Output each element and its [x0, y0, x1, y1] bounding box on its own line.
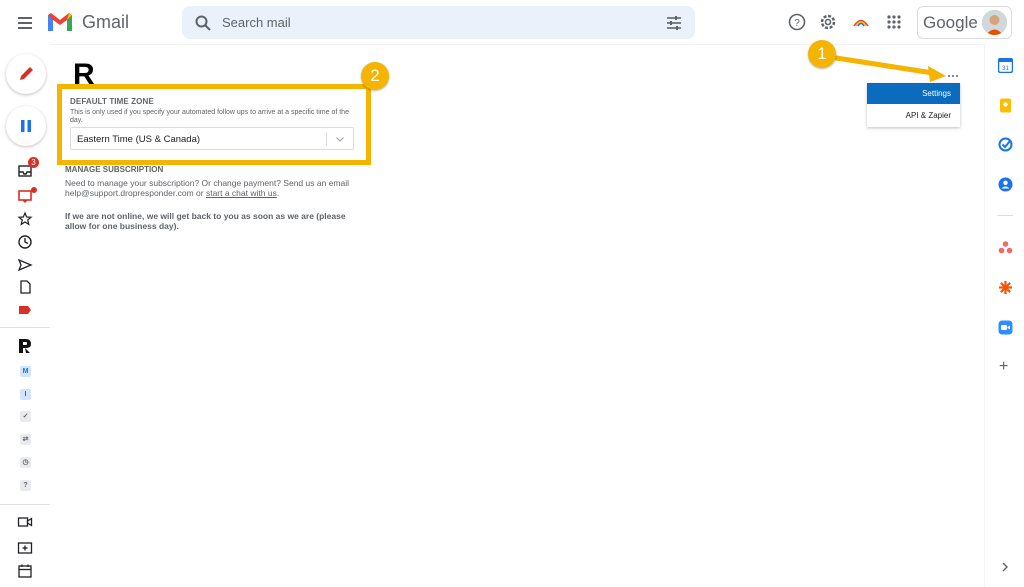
send-icon[interactable]	[17, 257, 33, 273]
draft-file-icon[interactable]	[17, 279, 33, 295]
compose-button[interactable]	[6, 54, 46, 94]
addon-m-icon[interactable]: M	[20, 366, 31, 377]
subscription-text: Need to manage your subscription? Or cha…	[65, 178, 355, 198]
side-panel-divider	[997, 215, 1013, 216]
rail-divider-bottom	[0, 504, 50, 505]
time-zone-help-text: This is only used if you specify your au…	[70, 109, 349, 124]
chevron-down-icon	[336, 137, 344, 142]
time-zone-selected-value: Eastern Time (US & Canada)	[77, 134, 201, 145]
app-title: Gmail	[82, 12, 130, 32]
side-panel: 31 +	[984, 45, 1024, 587]
time-zone-select[interactable]: Eastern Time (US & Canada)	[70, 127, 354, 150]
svg-text:?: ?	[794, 18, 800, 29]
default-time-zone-section: DEFAULT TIME ZONE This is only used if y…	[57, 84, 371, 165]
svg-text:31: 31	[1002, 66, 1009, 72]
google-calendar-icon[interactable]: 31	[998, 58, 1013, 73]
gmail-window: Gmail ?	[0, 0, 1024, 587]
menu-item-api-zapier[interactable]: API & Zapier	[867, 105, 960, 126]
inbox-unread-badge: 3	[28, 157, 39, 168]
rail-divider	[0, 327, 50, 328]
avatar-photo-icon	[982, 10, 1007, 35]
calendar-icon[interactable]	[17, 563, 33, 579]
callout-badge-1: 1	[808, 40, 836, 68]
menu-item-settings[interactable]: Settings	[867, 83, 960, 104]
search-bar[interactable]	[182, 6, 695, 39]
subscription-period: .	[276, 188, 280, 198]
gmail-logo-icon[interactable]	[46, 10, 74, 34]
options-menu: Settings API & Zapier	[867, 83, 960, 127]
help-icon[interactable]: ?	[787, 12, 807, 32]
account-switcher[interactable]: Google	[917, 6, 1012, 39]
video-camera-icon[interactable]	[17, 514, 33, 530]
notification-dot	[31, 187, 37, 193]
new-meeting-icon[interactable]	[17, 540, 33, 556]
subscription-heading: MANAGE SUBSCRIPTION	[65, 165, 164, 174]
star-icon[interactable]	[17, 211, 33, 227]
header-divider	[50, 44, 984, 45]
more-options-icon[interactable]	[948, 73, 960, 79]
avatar[interactable]	[982, 10, 1007, 35]
callout-badge-2: 2	[361, 62, 389, 90]
chat-link[interactable]: start a chat with us	[206, 188, 277, 198]
addon-rainbow-icon[interactable]	[851, 12, 871, 32]
chevron-right-icon[interactable]	[1001, 561, 1009, 573]
select-divider	[326, 133, 327, 146]
dropresponder-logo-icon[interactable]	[17, 338, 33, 354]
search-options-icon[interactable]	[665, 14, 683, 32]
addon-help-icon[interactable]: ?	[20, 480, 31, 491]
google-wordmark: Google	[923, 13, 978, 32]
addon-swap-icon[interactable]: ⇄	[20, 434, 31, 445]
label-tag-icon[interactable]	[17, 302, 33, 318]
top-bar: Gmail ?	[0, 0, 1024, 45]
asana-icon[interactable]	[998, 240, 1013, 255]
pause-inbox-button[interactable]	[6, 106, 46, 146]
settings-gear-icon[interactable]	[818, 12, 838, 32]
tasks-icon[interactable]	[998, 137, 1013, 152]
contacts-icon[interactable]	[998, 177, 1013, 192]
addon-check-icon[interactable]: ✓	[20, 411, 31, 422]
apps-grid-icon[interactable]	[884, 12, 904, 32]
main-menu-icon[interactable]	[14, 12, 36, 34]
time-zone-heading: DEFAULT TIME ZONE	[70, 97, 154, 106]
addon-i-icon[interactable]: I	[20, 389, 31, 400]
offline-note: If we are not online, we will get back t…	[65, 211, 346, 231]
pencil-icon	[20, 67, 33, 80]
pause-icon	[21, 120, 31, 132]
add-addon-plus-icon[interactable]: +	[999, 359, 1008, 375]
addon-clock-icon[interactable]: ◷	[20, 457, 31, 468]
zapier-icon[interactable]	[998, 280, 1013, 295]
search-input[interactable]	[222, 6, 642, 39]
zoom-icon[interactable]	[998, 320, 1013, 335]
search-icon[interactable]	[194, 14, 212, 32]
clock-icon[interactable]	[17, 234, 33, 250]
keep-notes-icon[interactable]	[998, 98, 1013, 113]
